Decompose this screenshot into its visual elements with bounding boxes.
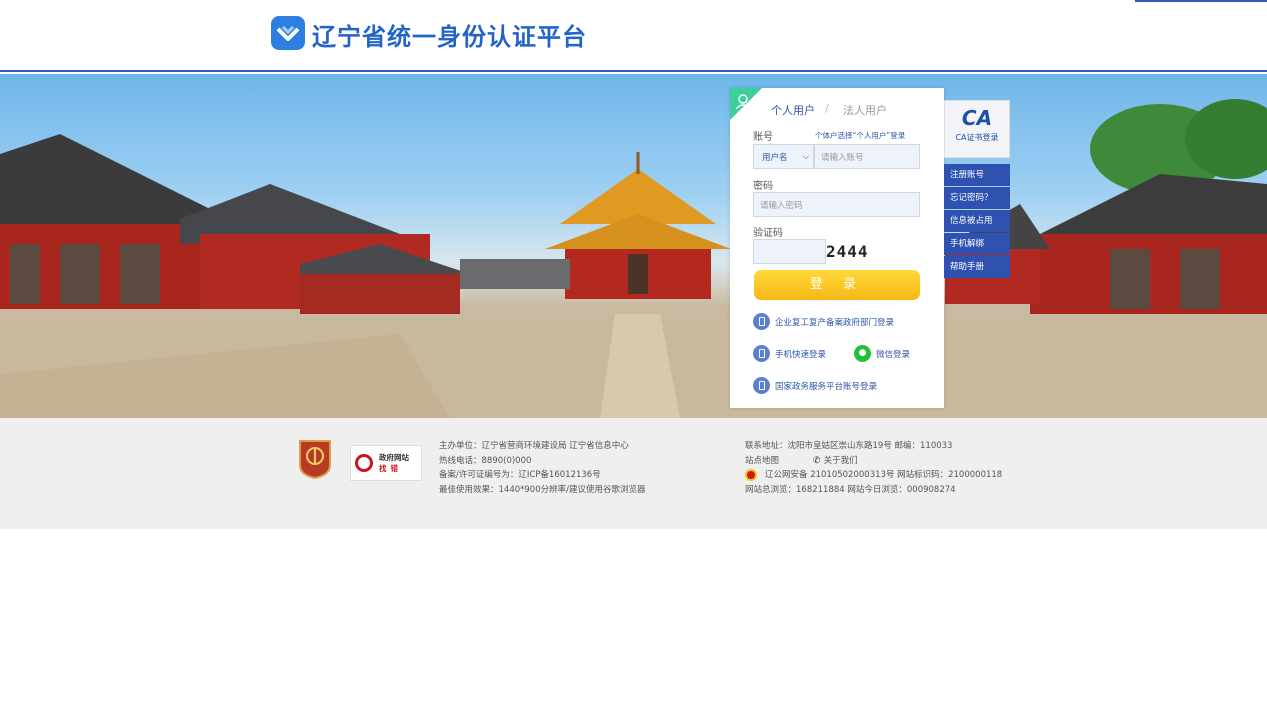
telephone-icon: ✆ (813, 455, 821, 466)
phone-icon (753, 313, 770, 330)
phone-unbind-link[interactable]: 手机解绑 (944, 233, 1010, 255)
enterprise-login-link[interactable]: 企业复工复产备案政府部门登录 (753, 313, 894, 330)
captcha-input[interactable] (753, 239, 826, 264)
login-panel: 个人用户 / 法人用户 账号 个体户选择“个人用户”登录 用户名 ⌵ 请输入账号… (730, 88, 944, 408)
footer-police-record[interactable]: 辽公网安备 21010502000313号 网站标识码：2100000118 (765, 468, 1002, 483)
tab-personal-user[interactable]: 个人用户 (771, 102, 815, 118)
ca-certificate-login-button[interactable]: CA CA证书登录 (944, 100, 1010, 158)
wechat-login-label: 微信登录 (876, 349, 911, 360)
register-account-link[interactable]: 注册账号 (944, 164, 1010, 186)
password-input[interactable]: 请输入密码 (753, 192, 920, 217)
chevron-down-icon: ⌵ (802, 151, 809, 161)
palace-illustration (0, 99, 1267, 418)
national-login-label: 国家政务服务平台账号登录 (775, 381, 878, 392)
gov-site-error-report-badge[interactable]: 政府网站 找错 (350, 445, 422, 481)
tab-legal-user[interactable]: 法人用户 (843, 102, 887, 118)
national-login-link[interactable]: 国家政务服务平台账号登录 (753, 377, 877, 394)
password-label: 密码 (753, 181, 773, 192)
phone-icon (753, 345, 770, 362)
site-title: 辽宁省统一身份认证平台 (312, 23, 587, 51)
ca-logo-icon: CA (961, 106, 993, 130)
footer-info-left: 主办单位：辽宁省营商环境建设局 辽宁省信息中心 热线电话：8890(0)000 … (439, 439, 645, 497)
phone-login-label: 手机快速登录 (775, 349, 827, 360)
phone-icon (753, 377, 770, 394)
captcha-label: 验证码 (753, 228, 783, 239)
footer-hotline: 热线电话：8890(0)000 (439, 455, 532, 466)
header-corner-bar (1135, 0, 1267, 2)
phone-login-link[interactable]: 手机快速登录 (753, 345, 826, 362)
account-type-select[interactable]: 用户名 ⌵ (753, 144, 814, 169)
account-label: 账号 (753, 132, 773, 143)
gov-badge-line1: 政府网站 (379, 453, 409, 462)
account-type-value: 用户名 (762, 152, 788, 163)
tab-separator: / (825, 102, 829, 115)
about-us-link[interactable]: 关于我们 (824, 454, 858, 469)
account-input[interactable]: 请输入账号 (814, 144, 920, 169)
account-hint: 个体户选择“个人用户”登录 (815, 131, 906, 140)
footer-icp[interactable]: 备案/许可证编号为：辽ICP备16012136号 (439, 468, 645, 483)
wechat-icon: ● (854, 345, 871, 362)
help-manual-link[interactable]: 帮助手册 (944, 256, 1010, 278)
sitemap-link[interactable]: 站点地图 (745, 454, 779, 469)
footer-address: 联系地址：沈阳市皇姑区崇山东路19号 邮编：110033 (745, 441, 953, 451)
footer-best-view: 最佳使用效果：1440*900分辨率/建议使用谷歌浏览器 (439, 484, 646, 495)
wechat-login-link[interactable]: ● 微信登录 (854, 345, 910, 362)
magnifier-icon (355, 454, 373, 472)
police-badge-icon (745, 469, 757, 482)
banner-image (0, 74, 1267, 418)
footer-stats: 网站总浏览：168211884 网站今日浏览：000908274 (745, 484, 956, 495)
header: 辽宁省统一身份认证平台 (0, 0, 1267, 72)
user-avatar-icon (730, 88, 762, 120)
forgot-password-link[interactable]: 忘记密码？ (944, 187, 1010, 209)
side-menu: 注册账号 忘记密码？ 信息被占用 手机解绑 帮助手册 (944, 164, 1010, 279)
footer-sponsor: 主办单位：辽宁省营商环境建设局 辽宁省信息中心 (439, 441, 629, 451)
enterprise-login-label: 企业复工复产备案政府部门登录 (775, 317, 895, 328)
ca-login-label: CA证书登录 (955, 133, 999, 142)
login-button[interactable]: 登 录 (754, 270, 920, 300)
platform-logo-icon (271, 16, 305, 50)
footer-info-right: 联系地址：沈阳市皇姑区崇山东路19号 邮编：110033 站点地图 ✆ 关于我们… (745, 439, 1002, 497)
gov-badge-line2: 找错 (379, 464, 402, 473)
footer: 政府网站 找错 主办单位：辽宁省营商环境建设局 辽宁省信息中心 热线电话：889… (0, 418, 1267, 529)
party-organization-badge-icon[interactable] (298, 439, 332, 479)
captcha-image[interactable]: 2444 (826, 240, 882, 262)
info-occupied-link[interactable]: 信息被占用 (944, 210, 1010, 232)
